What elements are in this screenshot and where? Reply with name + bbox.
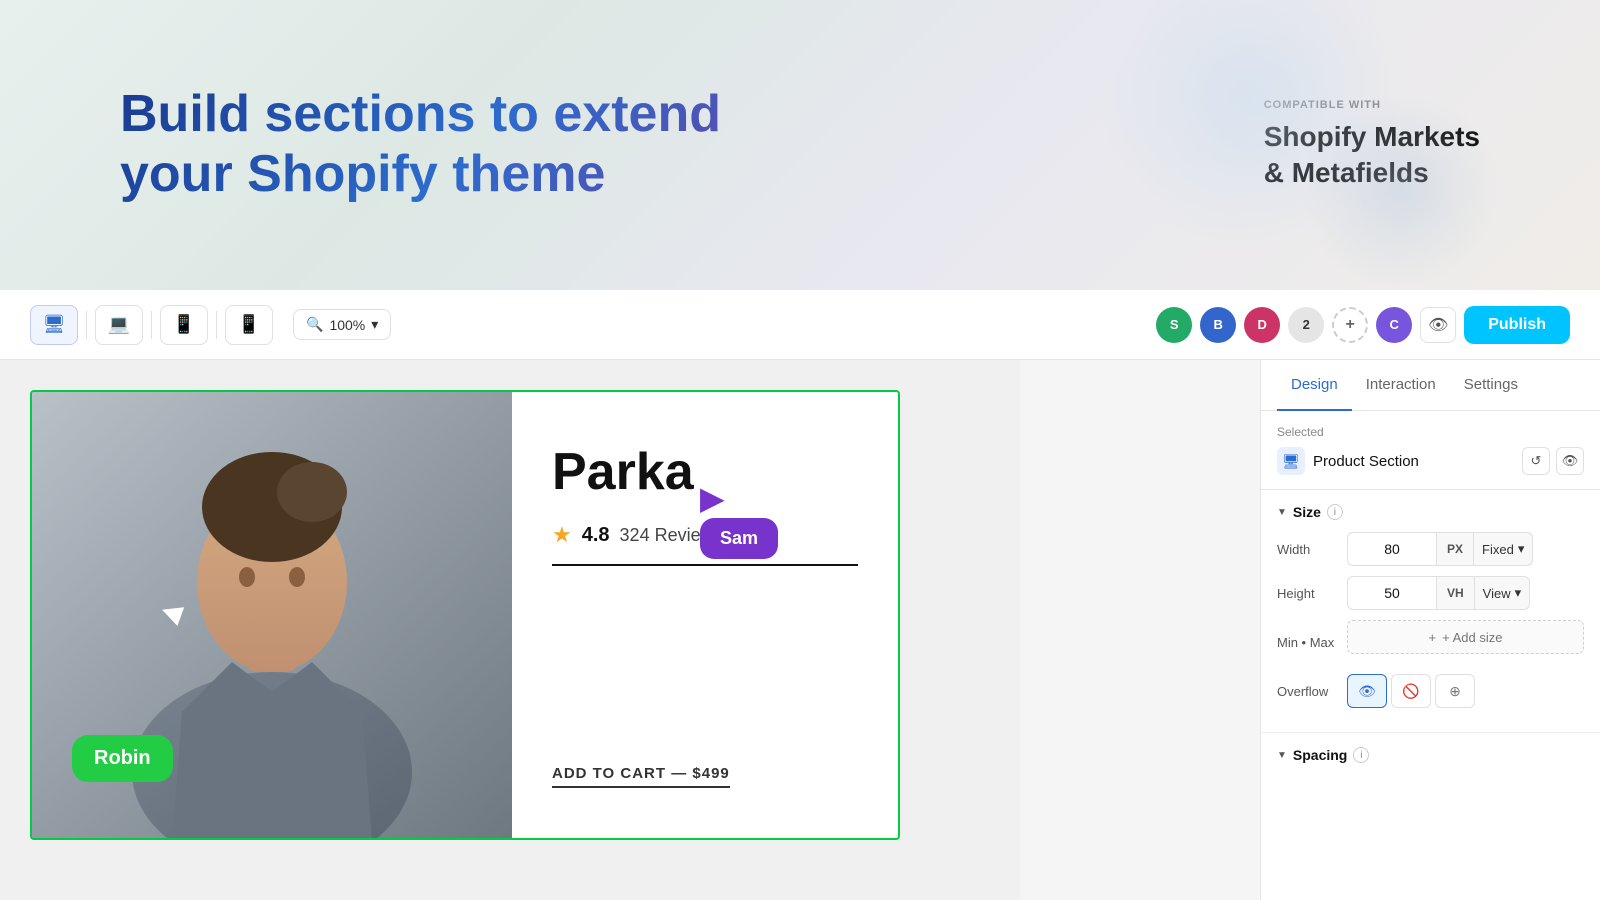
overflow-row: Overflow 👁 🚫 ⊕ — [1277, 674, 1584, 708]
size-section: ▼ Size i Width PX Fixed ▾ Height — [1261, 490, 1600, 733]
height-row: Height VH View ▾ — [1277, 576, 1584, 610]
height-input[interactable] — [1347, 576, 1437, 610]
min-max-row: Min • Max + + Add size — [1277, 620, 1584, 664]
preview-button[interactable]: 👁 — [1420, 307, 1456, 343]
robin-label: Robin — [94, 747, 151, 769]
width-mode-label: Fixed — [1482, 542, 1514, 557]
sam-badge: Sam — [700, 518, 778, 559]
overflow-visible-button[interactable]: 👁 — [1347, 674, 1387, 708]
avatar-b: B — [1200, 307, 1236, 343]
avatar-s: S — [1156, 307, 1192, 343]
publish-button[interactable]: Publish — [1464, 306, 1570, 344]
zoom-icon: 🔍 — [306, 316, 323, 333]
width-mode-chevron-icon: ▾ — [1518, 541, 1525, 557]
size-section-header[interactable]: ▼ Size i — [1277, 504, 1584, 520]
spacing-section-title: Spacing — [1293, 747, 1347, 763]
width-unit: PX — [1437, 532, 1474, 566]
size-chevron-icon: ▼ — [1277, 507, 1287, 518]
avatar-d: D — [1244, 307, 1280, 343]
overflow-scroll-button[interactable]: ⊕ — [1435, 674, 1475, 708]
right-panel: Design Interaction Settings Selected 🖥 P… — [1260, 360, 1600, 900]
add-size-button[interactable]: + + Add size — [1347, 620, 1584, 654]
tab-interaction[interactable]: Interaction — [1352, 360, 1450, 411]
add-to-cart-button[interactable]: ADD TO CART — $499 — [552, 765, 730, 788]
zoom-chevron-icon: ▾ — [371, 316, 378, 333]
overflow-options: 👁 🚫 ⊕ — [1347, 674, 1584, 708]
hero-title: Build sections to extend your Shopify th… — [120, 85, 820, 205]
device-laptop-button[interactable]: 💻 — [95, 305, 143, 345]
selected-icon: 🖥 — [1277, 447, 1305, 475]
selected-item-left: 🖥 Product Section — [1277, 447, 1419, 475]
spacing-section-header[interactable]: ▼ Spacing i — [1277, 747, 1584, 763]
height-mode-chevron-icon: ▾ — [1515, 585, 1522, 601]
avatar-add-button[interactable]: + — [1332, 307, 1368, 343]
selected-actions: ↺ 👁 — [1522, 447, 1584, 475]
device-tablet-button[interactable]: 📱 — [160, 305, 208, 345]
star-icon: ★ — [552, 522, 572, 548]
toolbar: 🖥 💻 📱 📱 🔍 100% ▾ S B D 2 + C 👁 — [0, 290, 1600, 360]
sam-cursor-icon: ▶ — [700, 482, 778, 514]
overflow-hidden-button[interactable]: 🚫 — [1391, 674, 1431, 708]
spacing-section: ▼ Spacing i — [1261, 733, 1600, 777]
product-card: Robin ◀ Parka ★ 4.8 324 Reviews ADD TO C… — [30, 390, 900, 840]
avatar-c: C — [1376, 307, 1412, 343]
hero-section: Build sections to extend your Shopify th… — [0, 0, 1600, 290]
selected-item-name: Product Section — [1313, 453, 1419, 470]
add-size-plus-icon: + — [1429, 630, 1437, 645]
device-desktop-button[interactable]: 🖥 — [30, 305, 78, 345]
device-separator-2 — [151, 311, 152, 339]
rating-value: 4.8 — [582, 524, 610, 547]
sam-label: Sam — [720, 528, 758, 548]
overflow-label: Overflow — [1277, 684, 1347, 699]
spacing-info-icon: i — [1353, 747, 1369, 763]
selected-label: Selected — [1277, 425, 1584, 439]
robin-badge: Robin — [72, 735, 173, 782]
avatar-count: 2 — [1288, 307, 1324, 343]
product-info: Parka ★ 4.8 324 Reviews ADD TO CART — $4… — [512, 392, 898, 838]
selected-section: Selected 🖥 Product Section ↺ 👁 — [1261, 411, 1600, 490]
tab-design[interactable]: Design — [1277, 360, 1352, 411]
height-mode-dropdown[interactable]: View ▾ — [1475, 576, 1530, 610]
spacing-chevron-icon: ▼ — [1277, 750, 1287, 761]
width-input[interactable] — [1347, 532, 1437, 566]
device-separator-3 — [216, 311, 217, 339]
width-label: Width — [1277, 542, 1347, 557]
min-max-label: Min • Max — [1277, 635, 1347, 650]
width-input-group: PX Fixed ▾ — [1347, 532, 1584, 566]
toolbar-right: S B D 2 + C 👁 Publish — [1156, 306, 1570, 344]
width-row: Width PX Fixed ▾ — [1277, 532, 1584, 566]
tab-settings[interactable]: Settings — [1450, 360, 1532, 411]
canvas-area: Robin ◀ Parka ★ 4.8 324 Reviews ADD TO C… — [0, 360, 1020, 900]
width-mode-dropdown[interactable]: Fixed ▾ — [1474, 532, 1533, 566]
min-max-input-group: + + Add size — [1347, 620, 1584, 664]
height-input-group: VH View ▾ — [1347, 576, 1584, 610]
selected-item: 🖥 Product Section ↺ 👁 — [1277, 447, 1584, 475]
device-separator-1 — [86, 311, 87, 339]
add-size-label: + Add size — [1442, 630, 1502, 645]
height-mode-label: View — [1483, 586, 1511, 601]
panel-tabs: Design Interaction Settings — [1261, 360, 1600, 411]
toolbar-left: 🖥 💻 📱 📱 🔍 100% ▾ — [30, 305, 391, 345]
product-image-area: Robin ◀ — [32, 392, 512, 840]
height-label: Height — [1277, 586, 1347, 601]
height-unit: VH — [1437, 576, 1475, 610]
device-mobile-button[interactable]: 📱 — [225, 305, 273, 345]
sam-cursor: ▶ Sam — [700, 482, 778, 559]
undo-icon-button[interactable]: ↺ — [1522, 447, 1550, 475]
eye-icon-button[interactable]: 👁 — [1556, 447, 1584, 475]
size-info-icon: i — [1327, 504, 1343, 520]
editor-container: 🖥 💻 📱 📱 🔍 100% ▾ S B D 2 + C 👁 — [0, 290, 1600, 900]
zoom-value: 100% — [329, 317, 365, 333]
zoom-control[interactable]: 🔍 100% ▾ — [293, 309, 391, 340]
size-section-title: Size — [1293, 504, 1321, 520]
